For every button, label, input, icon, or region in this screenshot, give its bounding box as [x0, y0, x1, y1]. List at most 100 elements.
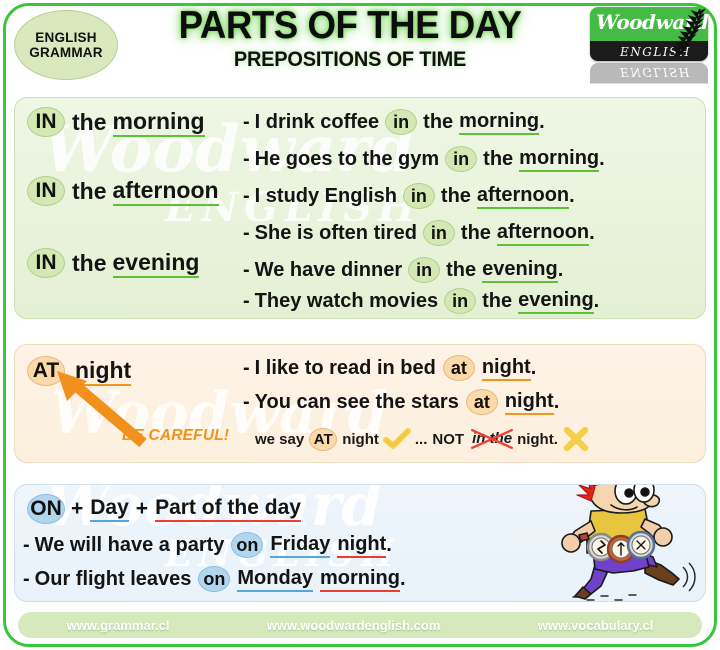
- note-not-label: NOT: [432, 430, 465, 448]
- part-of-day: night: [337, 533, 387, 558]
- in-article-0: the: [72, 108, 107, 135]
- preposition-circle-in: in: [422, 220, 455, 246]
- in-article-1: the: [72, 177, 107, 204]
- badge-line-2: GRAMMAR: [29, 45, 103, 60]
- period: .: [386, 533, 392, 556]
- preposition-circle-in: IN: [27, 248, 65, 278]
- on-example-0: - We will have a party on Friday night .: [23, 532, 392, 558]
- preposition-circle-on: on: [198, 566, 231, 592]
- be-careful-label-row: BE CAREFUL!: [122, 427, 229, 445]
- at-noun: night: [75, 357, 132, 386]
- in-example-1: - He goes to the gym in the morning .: [243, 146, 605, 172]
- period: .: [539, 110, 545, 133]
- english-grammar-badge: ENGLISH GRAMMAR: [14, 10, 118, 80]
- footer-link-grammar[interactable]: www.grammar.cl: [67, 618, 170, 633]
- badge-line-1: ENGLISH: [35, 29, 97, 45]
- sentence-start: You can see the stars: [254, 390, 459, 413]
- footer-links-bar: www.grammar.cl www.woodwardenglish.com w…: [18, 612, 702, 638]
- sentence-start: She is often tired: [254, 221, 417, 244]
- running-man-with-clocks-illustration: [561, 485, 696, 601]
- note-correct-noun: night: [342, 430, 379, 448]
- on-section-panel: Woodward ENGLISH ON + Day + Part of the …: [14, 484, 706, 602]
- logo-reflection: ENGLISH: [590, 62, 708, 84]
- period: .: [557, 258, 564, 281]
- time-noun: morning: [519, 147, 600, 172]
- page-subtitle: PREPOSITIONS OF TIME: [233, 48, 467, 71]
- preposition-circle-at: at: [465, 389, 498, 415]
- in-rows: IN the morning IN the afternoon IN the e…: [15, 98, 705, 318]
- in-noun-1: afternoon: [112, 177, 219, 206]
- sentence-start: We have dinner: [254, 258, 403, 281]
- infographic-page: ENGLISH GRAMMAR PARTS OF THE DAY PREPOSI…: [0, 0, 720, 650]
- period: .: [530, 356, 537, 379]
- footer-link-vocabulary[interactable]: www.vocabulary.cl: [538, 618, 654, 633]
- preposition-circle-on: ON: [27, 494, 65, 524]
- check-mark-icon: [382, 428, 411, 449]
- day-name: Friday: [270, 533, 331, 558]
- on-formula-row: ON + Day + Part of the day: [27, 494, 301, 524]
- footer-link-woodwardenglish[interactable]: www.woodwardenglish.com: [267, 618, 441, 633]
- woodward-logo: Woodward® ENGLISH: [590, 7, 710, 87]
- in-label-afternoon: IN the afternoon: [27, 176, 219, 206]
- preposition-circle-in: in: [408, 257, 441, 283]
- preposition-circle-at: AT: [27, 356, 65, 386]
- article: the: [440, 184, 471, 207]
- correction-note-row: we say AT night ... NOT in the night.: [255, 427, 589, 451]
- fern-icon: [672, 8, 706, 58]
- preposition-circle-in: in: [444, 288, 477, 314]
- time-noun: morning: [459, 110, 540, 135]
- note-prefix: we say: [255, 430, 305, 448]
- preposition-circle-on: on: [231, 532, 264, 558]
- at-rows: AT night BE CAREFUL! - I like to read in…: [15, 345, 705, 462]
- at-label-night: AT night: [27, 356, 132, 386]
- page-title: PARTS OF THE DAY: [178, 4, 522, 47]
- period: .: [399, 567, 406, 590]
- time-noun: night: [481, 356, 531, 381]
- in-example-2: - I study English in the afternoon .: [243, 183, 575, 209]
- cross-mark-icon: [563, 427, 589, 451]
- in-example-5: - They watch movies in the evening .: [243, 288, 599, 314]
- formula-part-of-day: Part of the day: [155, 496, 301, 522]
- article: the: [423, 110, 454, 133]
- sentence-start: He goes to the gym: [254, 147, 440, 170]
- time-noun: evening: [518, 289, 594, 314]
- note-ellipsis: ...: [414, 430, 428, 448]
- time-noun: evening: [482, 258, 558, 283]
- title-block: PARTS OF THE DAY PREPOSITIONS OF TIME: [120, 6, 580, 72]
- logo-plate: Woodward® ENGLISH: [590, 7, 708, 61]
- period: .: [553, 390, 560, 413]
- sentence-start: I drink coffee: [254, 110, 380, 133]
- in-label-evening: IN the evening: [27, 248, 200, 278]
- in-article-2: the: [72, 249, 107, 276]
- dash: -: [243, 221, 250, 244]
- be-careful-label: BE CAREFUL!: [122, 427, 230, 444]
- preposition-circle-in: in: [385, 109, 418, 135]
- dash: -: [243, 110, 250, 133]
- in-noun-2: evening: [112, 249, 200, 278]
- wrong-phrase-wrapper: in the: [471, 428, 514, 450]
- logo-reflection-text: ENGLISH: [620, 65, 691, 79]
- day-name: Monday: [237, 567, 313, 592]
- time-noun: afternoon: [496, 221, 590, 246]
- preposition-circle-in: in: [402, 183, 435, 209]
- article: the: [482, 289, 513, 312]
- sentence-start: They watch movies: [254, 289, 439, 312]
- at-example-0: - I like to read in bed at night .: [243, 355, 536, 381]
- in-label-morning: IN the morning: [27, 107, 205, 137]
- dash: -: [243, 289, 250, 312]
- sentence-start: We will have a party: [34, 533, 225, 556]
- dash: -: [23, 567, 30, 590]
- part-of-day: morning: [319, 567, 400, 592]
- formula-day: Day: [90, 496, 129, 522]
- period: .: [589, 221, 595, 244]
- in-example-3: - She is often tired in the afternoon .: [243, 220, 595, 246]
- plus-sign-2: +: [135, 497, 149, 520]
- preposition-circle-at: at: [442, 355, 475, 381]
- note-wrong-noun: night.: [517, 430, 558, 448]
- plus-sign-1: +: [71, 497, 84, 520]
- dash: -: [23, 533, 30, 556]
- note-wrong-phrase: in the: [472, 430, 513, 447]
- on-example-1: - Our flight leaves on Monday morning .: [23, 566, 406, 592]
- time-noun: night: [504, 390, 554, 415]
- preposition-circle-in: IN: [27, 107, 65, 137]
